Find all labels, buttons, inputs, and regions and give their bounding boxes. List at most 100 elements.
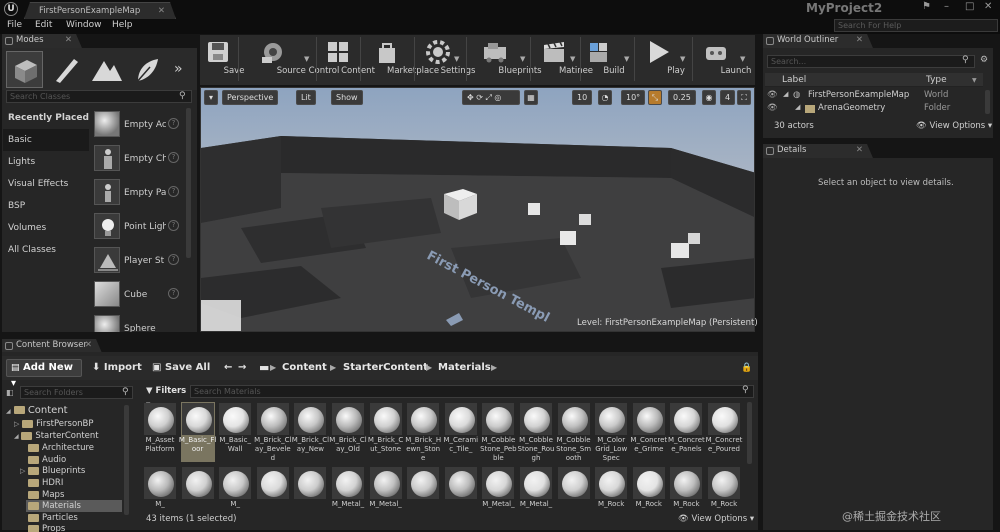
asset-grid-scrollbar[interactable] (747, 402, 752, 464)
source-control-button[interactable]: Source Control (240, 35, 339, 85)
outliner-row[interactable]: 👁 ◢ ArenaGeometry Folder (765, 103, 983, 115)
breadcrumb-starter-content[interactable]: StarterContent (343, 359, 428, 377)
place-item-point-light[interactable]: Point Ligh? (92, 210, 185, 244)
maximize-icon[interactable]: □ (965, 1, 974, 12)
asset-tile[interactable]: M_ (218, 466, 252, 510)
breadcrumb-materials[interactable]: Materials (438, 359, 491, 377)
asset-tile[interactable]: M_Brick_Cut_Stone (368, 402, 403, 462)
asset-tile[interactable] (293, 466, 327, 510)
asset-tile[interactable]: M_Brick_Clay_Old (329, 402, 367, 462)
tab-details[interactable]: Details ✕ (763, 144, 873, 158)
sources-toggle-icon[interactable]: ◧ (6, 388, 14, 397)
asset-tile[interactable]: M_Concrete_Grime (630, 402, 667, 462)
foliage-mode-icon[interactable] (128, 51, 165, 88)
scale-snap-value[interactable]: 0.25 (668, 90, 696, 105)
transform-tools[interactable]: ✥ ⟳ ⤢ ◎ (462, 90, 520, 105)
asset-tile[interactable]: M_Cobble Stone_Rough (518, 402, 554, 462)
chevron-down-icon[interactable]: ▼ (520, 55, 525, 63)
add-new-button[interactable]: ▤ Add New ▾ (6, 359, 82, 389)
help-icon[interactable]: ? (168, 118, 179, 129)
asset-tile[interactable] (181, 466, 215, 510)
asset-tile[interactable]: M_Brick_Clay_Beveled (254, 402, 292, 462)
eye-icon[interactable]: 👁 (767, 103, 778, 113)
outliner-row[interactable]: 👁 ◢ ◍ FirstPersonExampleMap World (765, 90, 983, 102)
asset-tile[interactable]: M_Rock (632, 466, 666, 510)
type-column-header[interactable]: Type (926, 75, 947, 85)
chevron-down-icon[interactable]: ▼ (304, 55, 309, 63)
menu-window[interactable]: Window (66, 20, 102, 30)
save-button[interactable]: Save (202, 35, 244, 85)
more-modes-icon[interactable]: » (174, 51, 194, 88)
close-icon[interactable]: ✕ (158, 3, 165, 19)
tree-node-startercontent[interactable]: ◢ StarterContent (14, 430, 99, 442)
asset-tile[interactable]: M_Asset Platform (143, 402, 177, 462)
tab-modes[interactable]: Modes ✕ (2, 34, 82, 48)
place-item-player-start[interactable]: Player St? (92, 244, 185, 278)
filters-button[interactable]: ▼ Filters ▾ (143, 384, 187, 410)
asset-tile[interactable]: M_Rock (707, 466, 741, 510)
category-visual-effects[interactable]: Visual Effects (3, 173, 89, 195)
search-classes-input[interactable]: Search Classes (6, 90, 192, 103)
tree-node-hdri[interactable]: HDRI (28, 477, 63, 489)
content-view-options[interactable]: 👁 View Options ▾ (678, 514, 754, 524)
asset-tile[interactable]: M_Cobble Stone_Smooth (556, 402, 591, 462)
content-button[interactable]: Content (318, 35, 375, 85)
close-icon[interactable]: ✕ (856, 34, 863, 47)
help-icon[interactable]: ? (168, 186, 179, 197)
asset-tile[interactable]: M_Cobble Stone_Pebble (480, 402, 517, 462)
asset-tile[interactable]: M_Color Grid_Low Spec (594, 402, 628, 462)
play-button[interactable]: Play (640, 35, 685, 85)
asset-tile[interactable]: M_Basic_Floor (179, 402, 216, 462)
menu-edit[interactable]: Edit (35, 20, 52, 30)
outliner-scrollbar[interactable] (985, 90, 990, 114)
chevron-down-icon[interactable]: ▼ (972, 77, 977, 84)
search-folders-input[interactable]: Search Folders (20, 386, 133, 399)
asset-tile[interactable]: M_Concrete_Panels (668, 402, 705, 462)
asset-tile[interactable] (406, 466, 440, 510)
viewport-options-dropdown[interactable]: ▾ (204, 90, 218, 105)
close-window-icon[interactable]: ✕ (984, 1, 992, 12)
chevron-down-icon[interactable]: ▼ (740, 55, 745, 63)
forward-button[interactable]: → (238, 359, 246, 377)
perspective-dropdown[interactable]: Perspective (222, 90, 279, 105)
show-dropdown[interactable]: Show (331, 90, 363, 105)
asset-tile[interactable]: M_Brick_Clay_New (292, 402, 329, 462)
grid-snap-icon[interactable]: ▦ (524, 90, 538, 105)
settings-button[interactable]: Settings (418, 35, 475, 85)
category-all-classes[interactable]: All Classes (3, 239, 89, 261)
tree-node-content[interactable]: ◢ Content (6, 405, 68, 417)
place-mode-icon[interactable] (6, 51, 43, 88)
category-basic[interactable]: Basic (3, 129, 89, 151)
help-icon[interactable]: ? (168, 288, 179, 299)
asset-tile[interactable] (256, 466, 290, 510)
marketplace-button[interactable]: Marketplace (362, 35, 439, 85)
asset-tile[interactable]: M_ (143, 466, 177, 510)
label-column-header[interactable]: Label (782, 75, 806, 85)
outliner-settings-icon[interactable]: ⚙ (980, 55, 988, 65)
level-viewport[interactable]: First Person Templ (200, 87, 755, 332)
tab-content-browser[interactable]: Content Browser ✕ (2, 339, 102, 353)
notification-icon[interactable]: ⚑ (922, 1, 931, 12)
asset-tile[interactable]: M_Metal_ (519, 466, 553, 510)
chevron-down-icon[interactable]: ▼ (624, 55, 629, 63)
category-bsp[interactable]: BSP (3, 195, 89, 217)
minimize-icon[interactable]: – (944, 1, 949, 12)
folder-icon[interactable]: ▬ (259, 359, 269, 377)
folder-tree-scrollbar[interactable] (124, 405, 129, 515)
asset-tile[interactable]: M_Rock (669, 466, 703, 510)
asset-tile[interactable]: M_Ceramic_Tile_ (443, 402, 478, 462)
close-icon[interactable]: ✕ (85, 339, 92, 352)
tree-node-blueprints[interactable]: ▷ Blueprints (20, 465, 85, 477)
import-button[interactable]: ⬇ Import (92, 359, 142, 377)
paint-mode-icon[interactable] (48, 51, 85, 88)
menu-help[interactable]: Help (112, 20, 133, 30)
asset-tile[interactable] (557, 466, 591, 510)
breadcrumb-content[interactable]: Content (282, 359, 327, 377)
asset-tile[interactable]: M_Basic_Wall (218, 402, 252, 462)
grid-snap-value[interactable]: 10 (572, 90, 593, 105)
tree-node-architecture[interactable]: Architecture (28, 442, 94, 454)
back-button[interactable]: ← (224, 359, 232, 377)
camera-speed-icon[interactable]: ◉ (702, 90, 716, 105)
search-help-input[interactable]: Search For Help (834, 19, 998, 32)
maximize-viewport-icon[interactable]: ⛶ (737, 90, 751, 105)
